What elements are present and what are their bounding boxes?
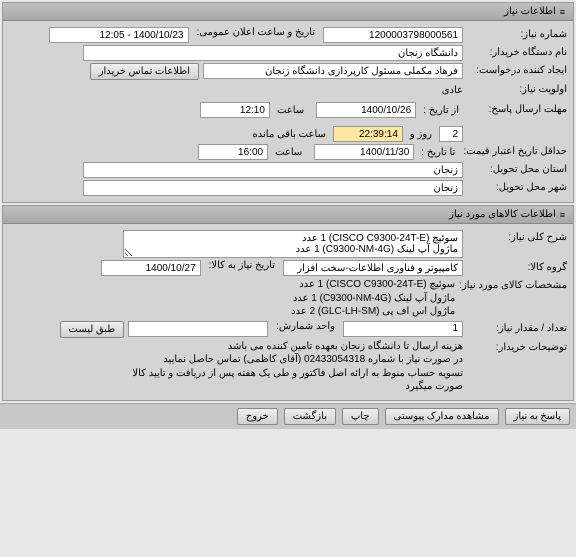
need-info-panel: ≡ اطلاعات نیاز شماره نیاز: 1200003798000… (2, 2, 574, 203)
notes-text: هزینه ارسال تا دانشگاه زنجان بعهده تامین… (113, 340, 463, 394)
desc-label: شرح کلی نیاز: (467, 230, 567, 243)
validity-time-field: 16:00 (198, 144, 268, 160)
spec-label: مشخصات کالای مورد نیاز: (459, 278, 567, 291)
delivery-city-label: شهر محل تحویل: (467, 180, 567, 193)
desc-line1: سوئیچ (CISCO C9300-24T-E) 1 عدد (128, 233, 458, 244)
hour-label-1: ساعت (273, 105, 308, 116)
buyer-field: دانشگاه زنجان (83, 45, 463, 61)
need-info-title: اطلاعات نیاز (504, 6, 556, 17)
announce-field: 1400/10/23 - 12:05 (49, 27, 189, 43)
collapse-icon: ≡ (560, 7, 565, 17)
goods-info-title: اطلاعات کالاهای مورد نیاز (449, 209, 556, 220)
attachments-button[interactable]: مشاهده مدارک پیوستی (385, 408, 499, 425)
priority-label: اولویت نیاز: (467, 82, 567, 95)
time-remain-field: 22:39:14 (333, 126, 403, 142)
notes-line1: هزینه ارسال تا دانشگاه زنجان بعهده تامین… (113, 340, 463, 354)
desc-textarea[interactable]: سوئیچ (CISCO C9300-24T-E) 1 عدد ماژول آپ… (123, 230, 463, 258)
validity-date-field: 1400/11/30 (314, 144, 414, 160)
delivery-city-field: زنجان (83, 180, 463, 196)
spec-line1: سوئیچ (CISCO C9300-24T-E) 1 عدد (105, 278, 455, 292)
exit-button[interactable]: خروج (237, 408, 278, 425)
notes-line2: در صورت نیاز با شماره 02433054318 (آقای … (113, 353, 463, 367)
unit-field (128, 321, 268, 337)
unit-list-button[interactable]: طبق لیست (60, 321, 125, 338)
group-label: گروه کالا: (467, 260, 567, 273)
days-remain-label: روز و (406, 129, 436, 140)
goods-info-header[interactable]: ≡ اطلاعات کالاهای مورد نیاز (3, 206, 573, 224)
back-button[interactable]: بازگشت (284, 408, 336, 425)
reply-deadline-label: مهلت ارسال پاسخ: (467, 102, 567, 115)
creator-field: فرهاد مکملی مسئول کارپردازی دانشگاه زنجا… (203, 63, 463, 79)
group-field: کامپیوتر و فناوری اطلاعات-سخت افزار (283, 260, 463, 276)
need-date-label: تاریخ نیاز به کالا: (205, 260, 279, 271)
days-remain-field: 2 (439, 126, 463, 142)
desc-line2: ماژول آپ لینک (C9300-NM-4G) 1 عدد (128, 244, 458, 255)
spec-line3: ماژول اس اف پی (GLC-LH-SM) 2 عدد (105, 305, 455, 319)
reply-button[interactable]: پاسخ به نیاز (505, 408, 571, 425)
goods-info-body: شرح کلی نیاز: سوئیچ (CISCO C9300-24T-E) … (3, 224, 573, 400)
spec-line2: ماژول آپ لینک (C9300-NM-4G) 1 عدد (105, 292, 455, 306)
price-validity-label: حداقل تاریخ اعتبار قیمت: (463, 144, 567, 157)
need-date-field: 1400/10/27 (101, 260, 201, 276)
hour-label-2: ساعت (271, 147, 306, 158)
reply-time-field: 12:10 (200, 102, 270, 118)
qty-label: تعداد / مقدار نیاز: (467, 321, 567, 334)
need-info-header[interactable]: ≡ اطلاعات نیاز (3, 3, 573, 21)
announce-label: تاریخ و ساعت اعلان عمومی: (193, 27, 320, 38)
delivery-province-label: استان محل تحویل: (467, 162, 567, 175)
number-field: 1200003798000561 (323, 27, 463, 43)
unit-label: واحد شمارش: (272, 321, 339, 332)
buyer-contact-button[interactable]: اطلاعات تماس خریدار (90, 63, 199, 80)
collapse-icon-2: ≡ (560, 210, 565, 220)
need-info-body: شماره نیاز: 1200003798000561 تاریخ و ساع… (3, 21, 573, 202)
delivery-province-field: زنجان (83, 162, 463, 178)
time-remain-label: ساعت باقی مانده (249, 129, 330, 140)
qty-field: 1 (343, 321, 463, 337)
print-button[interactable]: چاپ (342, 408, 379, 425)
spec-text: سوئیچ (CISCO C9300-24T-E) 1 عدد ماژول آپ… (105, 278, 455, 319)
priority-value: عادی (442, 82, 463, 100)
buyer-label: نام دستگاه خریدار: (467, 45, 567, 58)
reply-date-field: 1400/10/26 (316, 102, 416, 118)
to-date-label: تا تاریخ : (417, 147, 459, 158)
creator-label: ایجاد کننده درخواست: (467, 63, 567, 76)
goods-info-panel: ≡ اطلاعات کالاهای مورد نیاز شرح کلی نیاز… (2, 205, 574, 401)
action-bar: پاسخ به نیاز مشاهده مدارک پیوستی چاپ باز… (0, 403, 576, 429)
notes-line3: تسویه حساب منوط به ارائه اصل فاکتور و طی… (113, 367, 463, 394)
notes-label: توضیحات خریدار: (467, 340, 567, 353)
number-label: شماره نیاز: (467, 27, 567, 40)
from-date-label: از تاریخ : (419, 105, 463, 116)
